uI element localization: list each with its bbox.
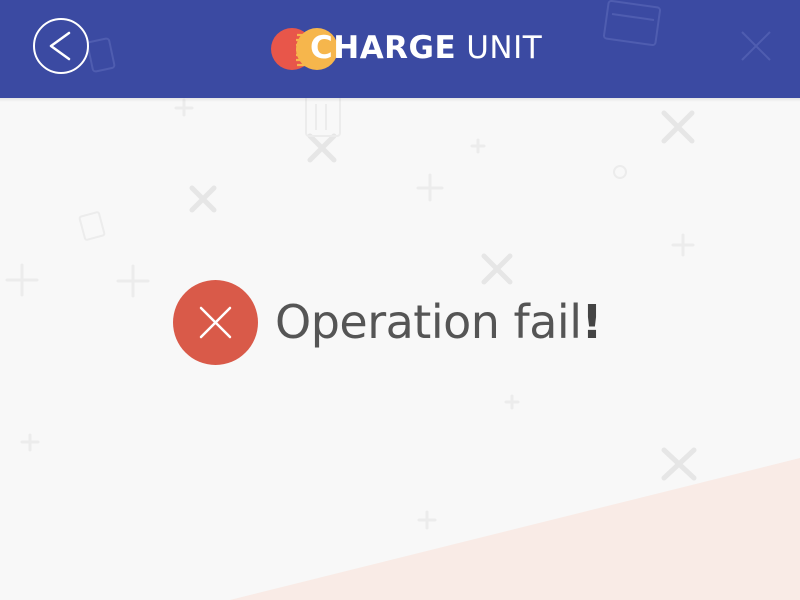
- back-button[interactable]: [33, 18, 89, 74]
- brand-name-bold: CHARGE: [310, 30, 457, 66]
- brand-name: CHARGE UNIT: [310, 28, 542, 68]
- header-shadow: [0, 98, 800, 102]
- brand-logo: CHARGE UNIT: [270, 26, 542, 72]
- error-x-icon: [173, 280, 258, 365]
- app-header: CHARGE UNIT: [0, 0, 800, 98]
- back-chevron-icon: [49, 31, 71, 61]
- brand-name-light: UNIT: [466, 30, 543, 66]
- status-text: Operation fail!: [275, 294, 602, 350]
- status-message-text: Operation fail: [275, 295, 582, 349]
- status-message: Operation fail!: [173, 280, 633, 366]
- corner-accent: [230, 458, 800, 600]
- close-icon: [199, 306, 232, 339]
- status-emphasis: !: [581, 295, 603, 349]
